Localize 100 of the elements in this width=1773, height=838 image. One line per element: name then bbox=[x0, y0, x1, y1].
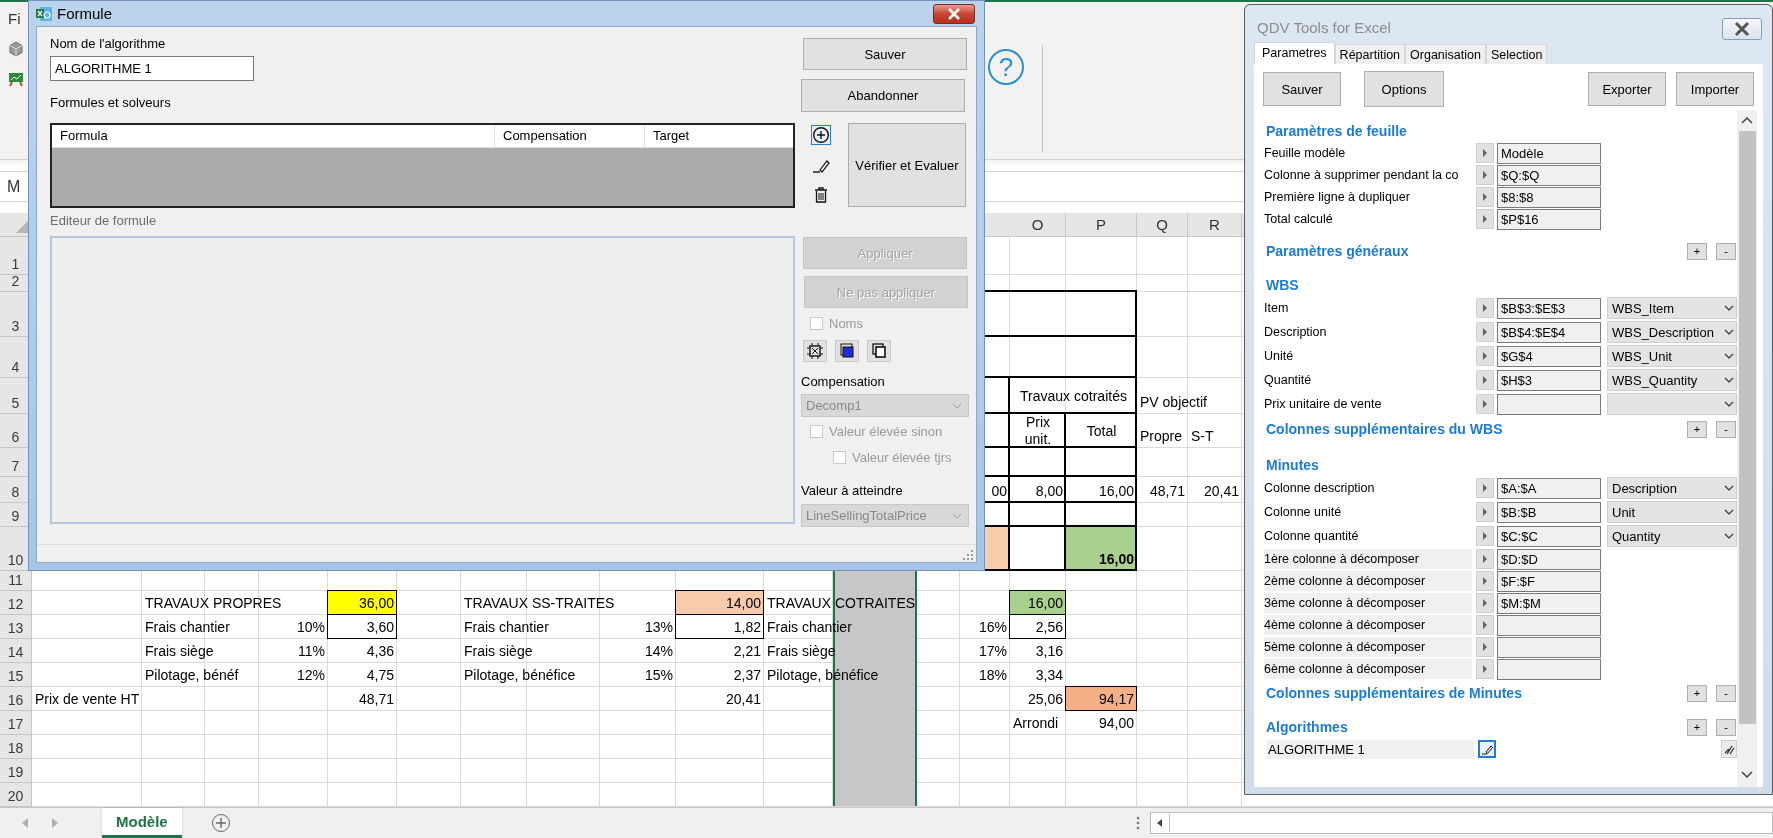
row-header[interactable]: 11 bbox=[0, 571, 32, 591]
section-button[interactable]: - bbox=[1716, 242, 1736, 260]
toolbar-button[interactable]: Importer bbox=[1676, 72, 1754, 106]
vertical-scrollbar[interactable] bbox=[1737, 110, 1757, 787]
range-field[interactable]: $8:$8 bbox=[1497, 186, 1601, 208]
copy-button[interactable] bbox=[867, 340, 891, 362]
column-header[interactable]: Compensation bbox=[495, 125, 645, 147]
range-field[interactable] bbox=[1497, 658, 1601, 680]
row-header[interactable]: 20 bbox=[0, 783, 32, 807]
column-dropdown[interactable]: WBS_Quantity bbox=[1607, 369, 1737, 391]
range-button[interactable] bbox=[1476, 659, 1494, 679]
add-sheet-icon[interactable] bbox=[210, 813, 231, 833]
select-button[interactable] bbox=[803, 340, 827, 362]
chevron-up-icon[interactable] bbox=[1741, 116, 1753, 124]
range-field[interactable]: $F:$F bbox=[1497, 570, 1601, 592]
range-button[interactable] bbox=[1476, 394, 1494, 414]
range-button[interactable] bbox=[1476, 637, 1494, 657]
verify-button[interactable]: Vérifier et Evaluer bbox=[848, 123, 966, 207]
scrollbar-thumb[interactable] bbox=[1738, 131, 1756, 724]
section-button[interactable]: + bbox=[1687, 684, 1707, 702]
range-button[interactable] bbox=[1476, 478, 1494, 498]
column-dropdown[interactable]: Description bbox=[1607, 477, 1737, 499]
column-header[interactable]: R bbox=[1188, 213, 1242, 237]
column-header[interactable]: Q bbox=[1137, 213, 1188, 237]
range-button[interactable] bbox=[1476, 593, 1494, 613]
column-header[interactable]: Target bbox=[645, 125, 793, 147]
range-field[interactable] bbox=[1497, 393, 1601, 415]
toolbar-button[interactable]: Options bbox=[1364, 71, 1444, 107]
range-field[interactable] bbox=[1497, 636, 1601, 658]
row-header[interactable]: 13 bbox=[0, 615, 32, 639]
range-field[interactable]: $C:$C bbox=[1497, 525, 1601, 547]
close-button[interactable] bbox=[1722, 17, 1762, 40]
column-dropdown[interactable]: Unit bbox=[1607, 501, 1737, 523]
tab[interactable]: Organisation bbox=[1405, 44, 1486, 64]
cube-icon[interactable] bbox=[8, 41, 24, 57]
tab[interactable]: Selection bbox=[1485, 44, 1548, 64]
range-field[interactable]: $G$4 bbox=[1497, 345, 1601, 367]
horizontal-scrollbar[interactable] bbox=[1149, 812, 1773, 834]
range-button[interactable] bbox=[1476, 549, 1494, 569]
section-button[interactable]: + bbox=[1687, 420, 1707, 438]
add-button[interactable] bbox=[811, 125, 831, 145]
range-button[interactable] bbox=[1476, 571, 1494, 591]
range-field[interactable]: $A:$A bbox=[1497, 477, 1601, 499]
chevron-down-icon[interactable] bbox=[1741, 771, 1753, 779]
name-field[interactable]: ALGORITHME 1 bbox=[50, 56, 254, 81]
row-header[interactable]: 12 bbox=[0, 591, 32, 615]
column-header[interactable]: Formula bbox=[52, 125, 495, 147]
range-field[interactable]: $H$3 bbox=[1497, 369, 1601, 391]
column-dropdown[interactable]: WBS_Description bbox=[1607, 321, 1737, 343]
section-button[interactable]: - bbox=[1716, 684, 1736, 702]
toolbar-button[interactable]: Exporter bbox=[1588, 72, 1666, 106]
range-field[interactable] bbox=[1497, 614, 1601, 636]
formula-grid[interactable]: Formula Compensation Target bbox=[50, 123, 795, 208]
resize-grip-icon[interactable] bbox=[963, 550, 973, 560]
range-button[interactable] bbox=[1476, 143, 1494, 163]
row-header[interactable]: 16 bbox=[0, 687, 32, 711]
range-field[interactable]: $B$3:$E$3 bbox=[1497, 297, 1601, 319]
range-button[interactable] bbox=[1476, 370, 1494, 390]
range-field[interactable]: $D:$D bbox=[1497, 548, 1601, 570]
row-header[interactable]: 19 bbox=[0, 759, 32, 783]
section-button[interactable]: + bbox=[1687, 242, 1707, 260]
range-field[interactable]: Modèle bbox=[1497, 142, 1601, 164]
brush-button[interactable] bbox=[1721, 740, 1737, 758]
dots-icon[interactable] bbox=[1135, 816, 1140, 830]
row-header[interactable]: 18 bbox=[0, 735, 32, 759]
range-button[interactable] bbox=[1476, 187, 1494, 207]
row-header[interactable]: 15 bbox=[0, 663, 32, 687]
range-button[interactable] bbox=[1476, 209, 1494, 229]
range-button[interactable] bbox=[1476, 322, 1494, 342]
tab[interactable]: Répartition bbox=[1334, 44, 1406, 64]
range-field[interactable]: $M:$M bbox=[1497, 592, 1601, 614]
section-button[interactable]: - bbox=[1716, 420, 1736, 438]
toolbar-button[interactable]: Sauver bbox=[1263, 72, 1341, 106]
range-button[interactable] bbox=[1476, 165, 1494, 185]
column-dropdown[interactable]: WBS_Item bbox=[1607, 297, 1737, 319]
range-field[interactable]: $P$16 bbox=[1497, 208, 1601, 230]
save-button[interactable]: Sauver bbox=[803, 38, 967, 70]
sheet-tab[interactable]: Modèle bbox=[102, 808, 182, 838]
column-header[interactable]: P bbox=[1066, 213, 1137, 237]
fill-button[interactable] bbox=[835, 340, 859, 362]
range-field[interactable]: $B$4:$E$4 bbox=[1497, 321, 1601, 343]
range-button[interactable] bbox=[1476, 502, 1494, 522]
close-button[interactable] bbox=[933, 3, 975, 24]
range-button[interactable] bbox=[1476, 346, 1494, 366]
range-field[interactable]: $B:$B bbox=[1497, 501, 1601, 523]
column-dropdown[interactable]: Quantity bbox=[1607, 525, 1737, 547]
range-button[interactable] bbox=[1476, 526, 1494, 546]
cancel-button[interactable]: Abandonner bbox=[801, 79, 965, 112]
range-button[interactable] bbox=[1476, 298, 1494, 318]
row-header[interactable]: 17 bbox=[0, 711, 32, 735]
column-header[interactable]: O bbox=[1010, 213, 1066, 237]
range-button[interactable] bbox=[1476, 615, 1494, 635]
range-field[interactable]: $Q:$Q bbox=[1497, 164, 1601, 186]
section-button[interactable]: + bbox=[1687, 718, 1707, 736]
column-dropdown[interactable]: WBS_Unit bbox=[1607, 345, 1737, 367]
row-header[interactable]: 14 bbox=[0, 639, 32, 663]
chart-icon[interactable] bbox=[8, 71, 24, 87]
edit-button[interactable] bbox=[1478, 740, 1496, 758]
section-button[interactable]: - bbox=[1716, 718, 1736, 736]
algorithm-item[interactable]: ALGORITHME 1 bbox=[1267, 739, 1474, 759]
